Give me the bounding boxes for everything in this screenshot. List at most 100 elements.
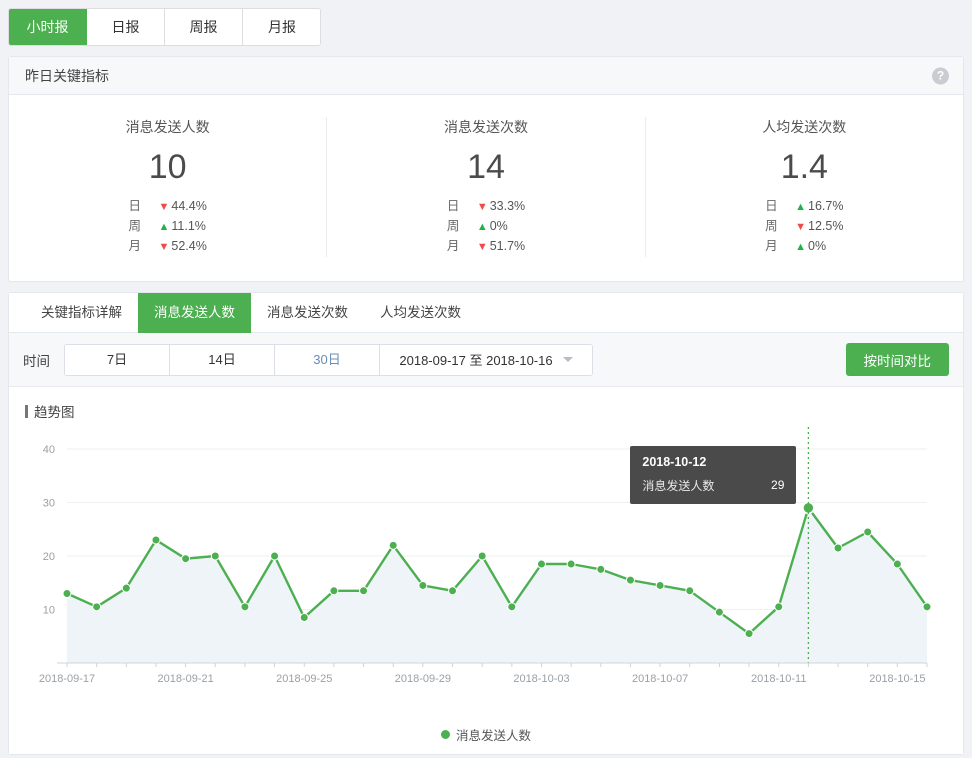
date-range-picker[interactable]: 2018-09-17 至 2018-10-16 (380, 344, 592, 375)
tab-label: 消息发送次数 (267, 305, 348, 320)
chart-y-axis-labels: 10 20 30 40 (43, 444, 55, 616)
tab-label: 人均发送次数 (380, 305, 461, 320)
delta-row-day: 日 ▼ 33.3% (447, 197, 525, 217)
tab-key-metrics-detail[interactable]: 关键指标详解 (25, 293, 138, 333)
time-filter-label: 时间 (23, 353, 50, 369)
tab-monthly-report[interactable]: 月报 (243, 9, 320, 45)
metric-detail-card: 关键指标详解 消息发送人数 消息发送次数 人均发送次数 时间 7日 14日 30… (8, 292, 964, 755)
delta-value: 12.5% (808, 219, 844, 233)
svg-text:30: 30 (43, 498, 55, 510)
svg-text:2018-09-29: 2018-09-29 (395, 673, 451, 685)
svg-text:40: 40 (43, 444, 55, 456)
metric-card-message-count: 消息发送次数 14 日 ▼ 33.3% 周 ▲ 0% 月 ▼ 51.7% (327, 117, 646, 257)
tab-avg-per-person[interactable]: 人均发送次数 (364, 293, 477, 333)
delta-row-week: 周 ▲ 11.1% (128, 217, 206, 237)
compare-by-time-button[interactable]: 按时间对比 (845, 343, 949, 376)
delta-period-label: 月 (128, 239, 141, 253)
delta-value: 44.4% (171, 199, 207, 213)
card-header: 昨日关键指标 ? (9, 57, 963, 95)
delta-row-month: 月 ▼ 51.7% (447, 237, 525, 257)
svg-text:20: 20 (43, 551, 55, 563)
trend-section: 趋势图 10 20 30 40 2018-09-17 2018-09-21 2018-09… (9, 387, 963, 754)
question-mark-icon[interactable]: ? (932, 67, 949, 84)
arrow-down-icon: ▼ (476, 201, 488, 213)
delta-period-label: 周 (765, 219, 778, 233)
svg-text:2018-09-21: 2018-09-21 (157, 673, 213, 685)
chart-area-fill (67, 507, 927, 663)
metric-label: 消息发送次数 (443, 119, 528, 135)
metric-deltas: 日 ▲ 16.7% 周 ▼ 12.5% 月 ▲ 0% (765, 197, 843, 257)
delta-period-label: 日 (446, 199, 460, 213)
metric-value: 1.4 (780, 148, 828, 186)
arrow-up-icon: ▲ (476, 221, 488, 233)
delta-period-label: 周 (446, 219, 460, 233)
svg-text:2018-09-25: 2018-09-25 (276, 673, 332, 685)
metric-label: 人均发送次数 (762, 119, 847, 135)
delta-value: 0% (808, 239, 827, 253)
metric-value: 10 (148, 148, 187, 186)
date-range-value: 2018-09-17 至 2018-10-16 (399, 353, 553, 368)
delta-row-month: 月 ▼ 52.4% (128, 237, 206, 257)
svg-text:2018-09-17: 2018-09-17 (39, 673, 95, 685)
title-accent-bar (25, 404, 28, 418)
range-button-14d[interactable]: 14日 (170, 344, 275, 375)
arrow-down-icon: ▼ (476, 241, 488, 253)
time-filter-bar: 时间 7日 14日 30日 2018-09-17 至 2018-10-16 按时… (9, 333, 963, 387)
delta-row-day: 日 ▲ 16.7% (765, 197, 843, 217)
arrow-up-icon: ▲ (158, 221, 170, 233)
arrow-down-icon: ▼ (158, 201, 170, 213)
tab-label: 消息发送人数 (154, 305, 235, 320)
tab-hourly-report[interactable]: 小时报 (9, 9, 87, 45)
trend-chart[interactable]: 10 20 30 40 2018-09-17 2018-09-21 2018-09-25 2… (9, 421, 963, 721)
tab-label: 周报 (189, 19, 218, 35)
metric-value: 14 (467, 148, 505, 186)
chevron-down-icon (562, 357, 573, 362)
metric-deltas: 日 ▼ 33.3% 周 ▲ 0% 月 ▼ 51.7% (447, 197, 525, 257)
delta-period-label: 日 (765, 199, 778, 213)
arrow-up-icon: ▲ (795, 241, 807, 253)
delta-row-week: 周 ▲ 0% (447, 217, 525, 237)
tab-daily-report[interactable]: 日报 (87, 9, 165, 45)
tab-message-count[interactable]: 消息发送次数 (251, 293, 364, 333)
range-label: 14日 (208, 351, 236, 367)
delta-value: 11.1% (171, 219, 206, 233)
chart-legend[interactable]: 消息发送人数 (9, 721, 963, 754)
legend-color-dot (440, 730, 450, 739)
delta-value: 33.3% (489, 199, 526, 213)
svg-text:2018-10-07: 2018-10-07 (632, 673, 688, 685)
delta-value: 0% (489, 219, 508, 233)
report-period-tabs: 小时报 日报 周报 月报 (8, 8, 321, 46)
tab-label: 月报 (268, 19, 296, 35)
delta-period-label: 月 (446, 239, 460, 253)
page-title: 昨日关键指标 (25, 67, 109, 84)
trend-title-text: 趋势图 (34, 405, 75, 420)
delta-value: 51.7% (489, 239, 526, 253)
delta-row-month: 月 ▲ 0% (765, 237, 843, 257)
svg-text:2018-10-11: 2018-10-11 (751, 673, 806, 685)
delta-value: 52.4% (171, 239, 207, 253)
trend-chart-svg: 10 20 30 40 2018-09-17 2018-09-21 2018-09-25 2… (39, 427, 932, 685)
metric-card-message-senders: 消息发送人数 10 日 ▼ 44.4% 周 ▲ 11.1% 月 ▼ 52.4% (9, 117, 328, 257)
tab-weekly-report[interactable]: 周报 (165, 9, 243, 45)
metric-label: 消息发送人数 (125, 119, 210, 135)
metric-card-avg-per-person: 人均发送次数 1.4 日 ▲ 16.7% 周 ▼ 12.5% 月 ▲ 0% (646, 117, 963, 257)
delta-period-label: 周 (128, 219, 141, 233)
tab-label: 小时报 (26, 19, 69, 35)
arrow-up-icon: ▲ (795, 201, 807, 213)
metric-detail-tabs: 关键指标详解 消息发送人数 消息发送次数 人均发送次数 (9, 293, 963, 333)
arrow-down-icon: ▼ (795, 221, 807, 233)
range-button-7d[interactable]: 7日 (65, 344, 170, 375)
chart-x-ticks (66, 663, 928, 667)
tab-message-senders[interactable]: 消息发送人数 (138, 293, 251, 333)
tab-label: 日报 (111, 19, 140, 35)
svg-text:2018-10-03: 2018-10-03 (513, 673, 569, 685)
delta-value: 16.7% (808, 199, 844, 213)
arrow-down-icon: ▼ (158, 241, 170, 253)
svg-text:10: 10 (43, 605, 55, 617)
key-metrics-card: 昨日关键指标 ? 消息发送人数 10 日 ▼ 44.4% 周 ▲ 11.1% 月 ▼ 52.… (8, 56, 964, 282)
range-button-30d[interactable]: 30日 (275, 344, 380, 375)
legend-label: 消息发送人数 (455, 729, 531, 743)
metrics-row: 消息发送人数 10 日 ▼ 44.4% 周 ▲ 11.1% 月 ▼ 52.4% 消息发送次数… (9, 95, 963, 281)
delta-period-label: 月 (765, 239, 778, 253)
metric-deltas: 日 ▼ 44.4% 周 ▲ 11.1% 月 ▼ 52.4% (128, 197, 206, 257)
